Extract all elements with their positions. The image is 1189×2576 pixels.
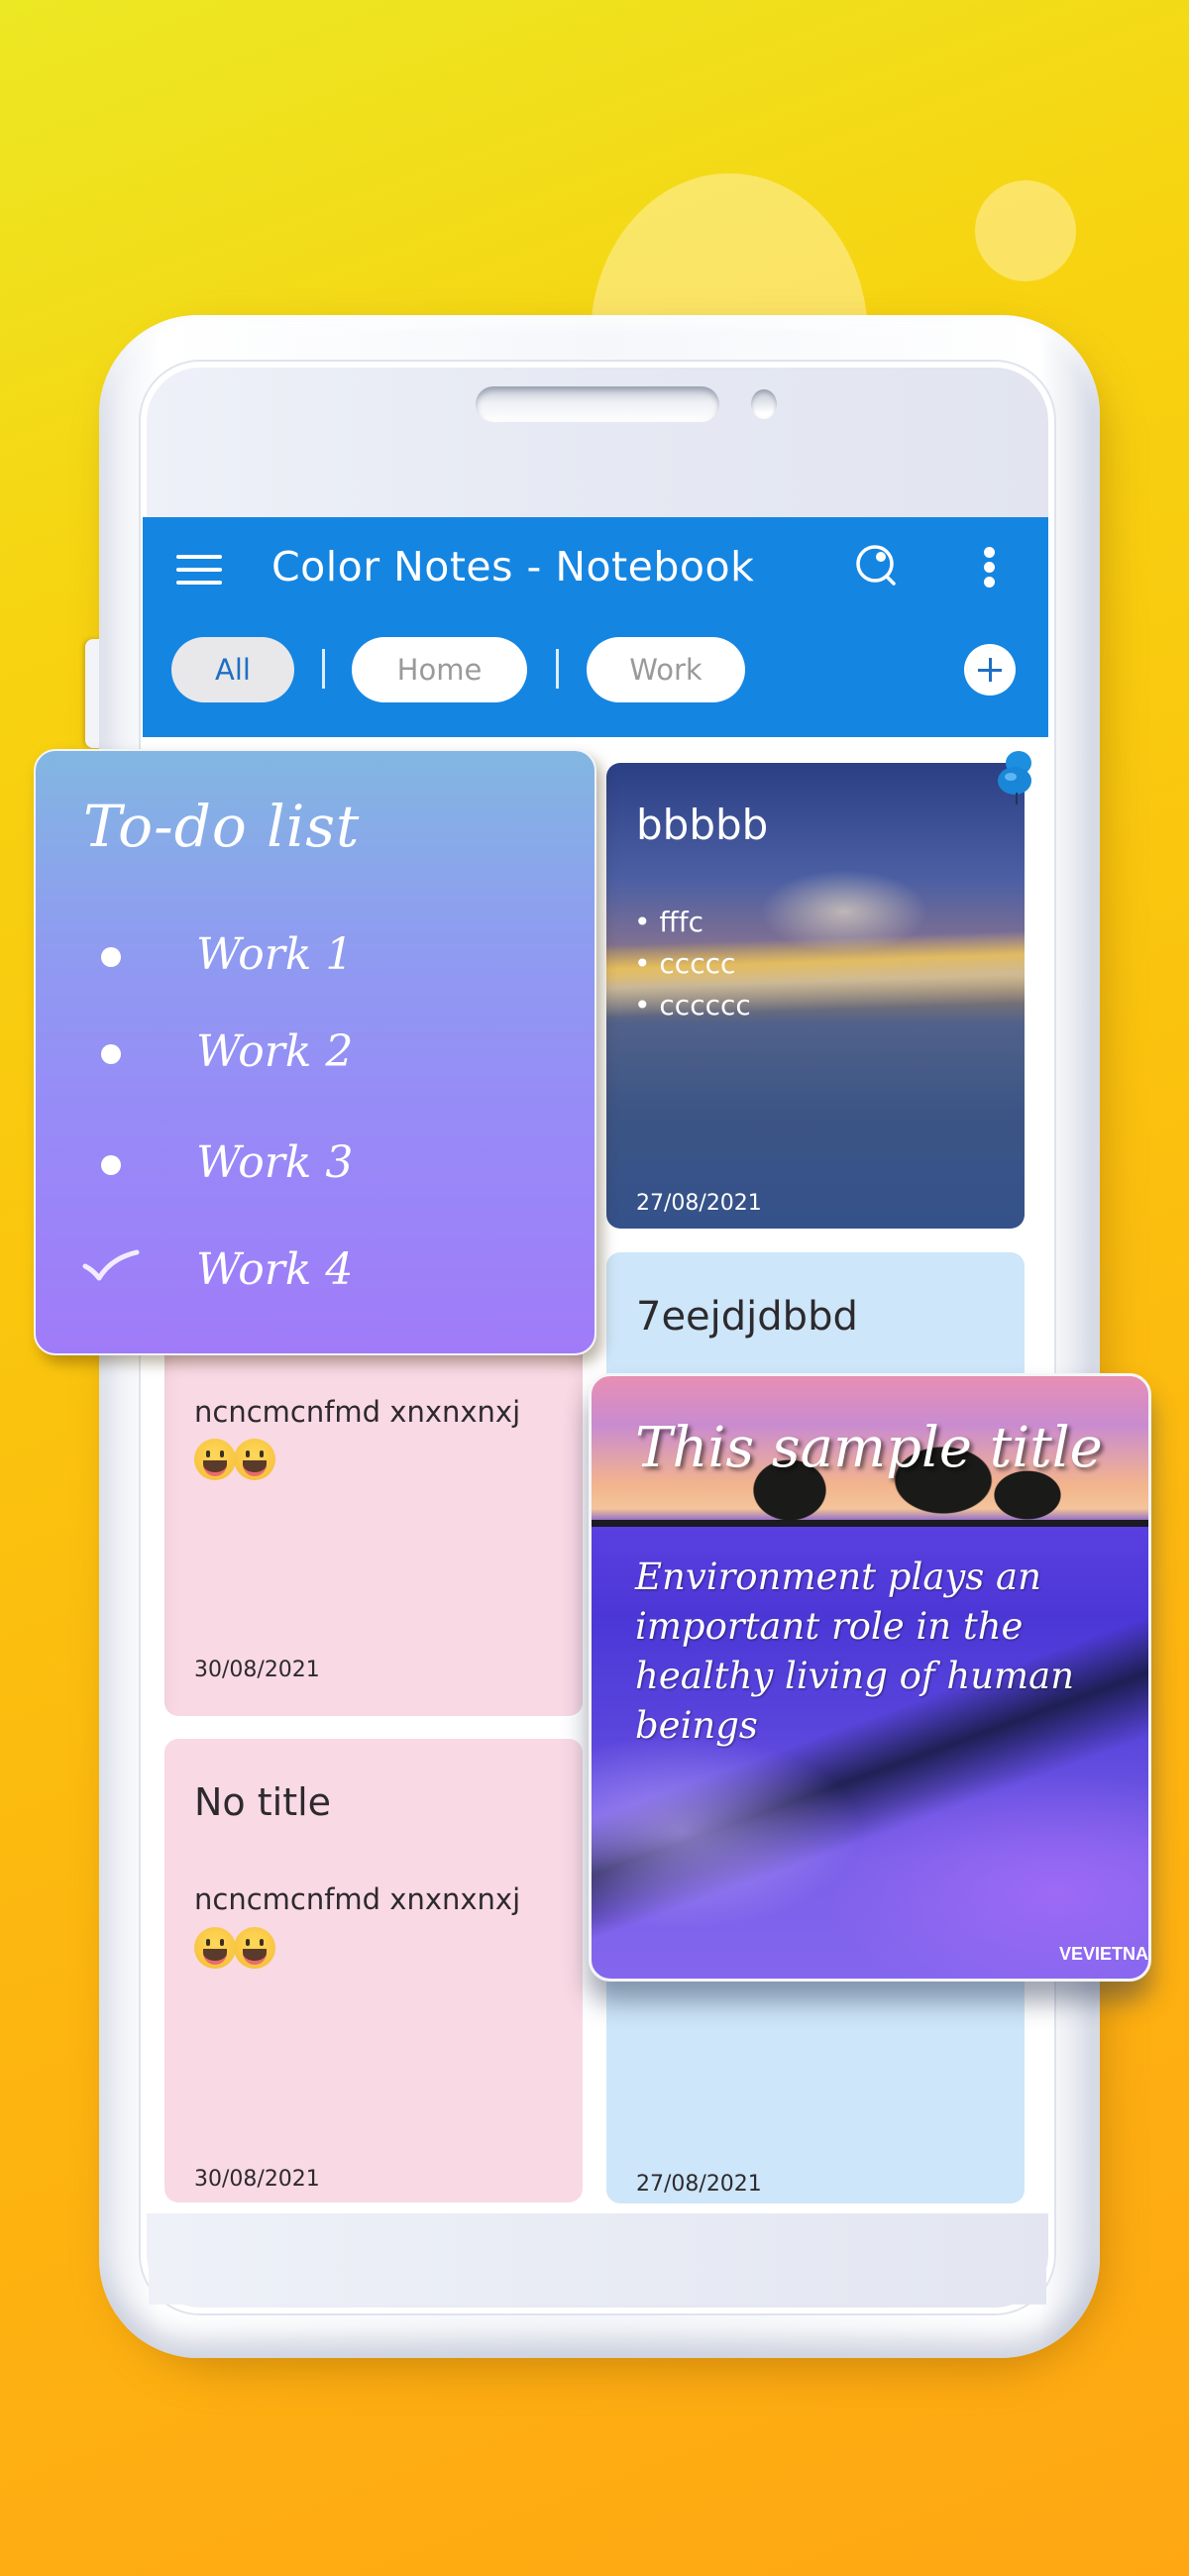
checkmark-icon xyxy=(82,1249,140,1281)
note-date: 27/08/2021 xyxy=(636,2172,762,2197)
todo-item-label: Work 4 xyxy=(196,1244,354,1295)
emoji-row xyxy=(194,1439,275,1484)
note-card-pink[interactable]: ncncmcnfmd xnxnxnxj 30/08/2021 xyxy=(164,1328,583,1716)
grinning-face-emoji-icon xyxy=(234,1439,275,1480)
todo-title: To-do list xyxy=(83,793,361,860)
note-date: 30/08/2021 xyxy=(194,1658,320,1682)
grinning-face-emoji-icon xyxy=(194,1439,236,1480)
todo-item[interactable]: Work 2 xyxy=(81,1024,557,1084)
bullet-dot-icon xyxy=(101,1044,121,1064)
todo-item[interactable]: Work 1 xyxy=(81,927,557,987)
note-bullet: • cccccc xyxy=(634,989,751,1021)
note-bullet: • ccccc xyxy=(634,947,736,980)
chip-divider xyxy=(556,649,559,689)
phone-camera xyxy=(751,389,777,419)
todo-item-label: Work 3 xyxy=(196,1137,354,1188)
add-category-button[interactable] xyxy=(964,644,1016,696)
note-title: bbbbb xyxy=(636,801,769,849)
hamburger-menu-icon[interactable] xyxy=(176,553,222,587)
grinning-face-emoji-icon xyxy=(234,1927,275,1969)
more-vertical-icon[interactable] xyxy=(979,545,1001,589)
todo-item-label: Work 1 xyxy=(196,929,354,980)
grinning-face-emoji-icon xyxy=(194,1927,236,1969)
note-bullet: • fffc xyxy=(634,906,703,938)
emoji-row xyxy=(194,1927,275,1973)
note-date: 30/08/2021 xyxy=(194,2167,320,2192)
bullet-dot-icon xyxy=(101,947,121,967)
todo-item-checked[interactable]: Work 4 xyxy=(81,1242,557,1302)
image-note-card[interactable]: This sample title Environment plays an i… xyxy=(589,1373,1151,1982)
note-body: ncncmcnfmd xnxnxnxj xyxy=(194,1882,521,1916)
note-date: 27/08/2021 xyxy=(636,1191,762,1216)
image-watermark: VEVIETNA xyxy=(1058,1944,1148,1964)
note-title: 7eejdjdbbd xyxy=(636,1294,858,1340)
todo-list-card[interactable]: To-do list Work 1 Work 2 Work 3 Work 4 xyxy=(34,749,596,1355)
background-bubble-small xyxy=(975,180,1076,281)
note-card-no-title[interactable]: No title ncncmcnfmd xnxnxnxj 30/08/2021 xyxy=(164,1739,583,2202)
image-note-body: Environment plays an important role in t… xyxy=(635,1556,1075,1747)
image-note-title: This sample title xyxy=(635,1416,1103,1480)
note-bullet-list: • fffc • ccccc • cccccc xyxy=(634,902,751,1026)
pin-icon[interactable] xyxy=(995,749,1036,808)
filter-chip-home[interactable]: Home xyxy=(352,637,527,702)
note-body: ncncmcnfmd xnxnxnxj xyxy=(194,1395,521,1429)
note-title: No title xyxy=(194,1780,332,1824)
bullet-dot-icon xyxy=(101,1155,121,1175)
filter-chip-all[interactable]: All xyxy=(171,637,294,702)
filter-chip-work[interactable]: Work xyxy=(587,637,745,702)
todo-item-label: Work 2 xyxy=(196,1026,354,1077)
chip-divider xyxy=(322,649,325,689)
search-icon[interactable] xyxy=(854,543,902,590)
app-title: Color Notes - Notebook xyxy=(271,543,755,590)
note-card-bbbbb[interactable]: bbbbb • fffc • ccccc • cccccc 27/08/2021 xyxy=(606,763,1025,1229)
navigation-bar-area xyxy=(149,2213,1046,2305)
todo-item[interactable]: Work 3 xyxy=(81,1135,557,1195)
phone-speaker xyxy=(476,386,719,422)
